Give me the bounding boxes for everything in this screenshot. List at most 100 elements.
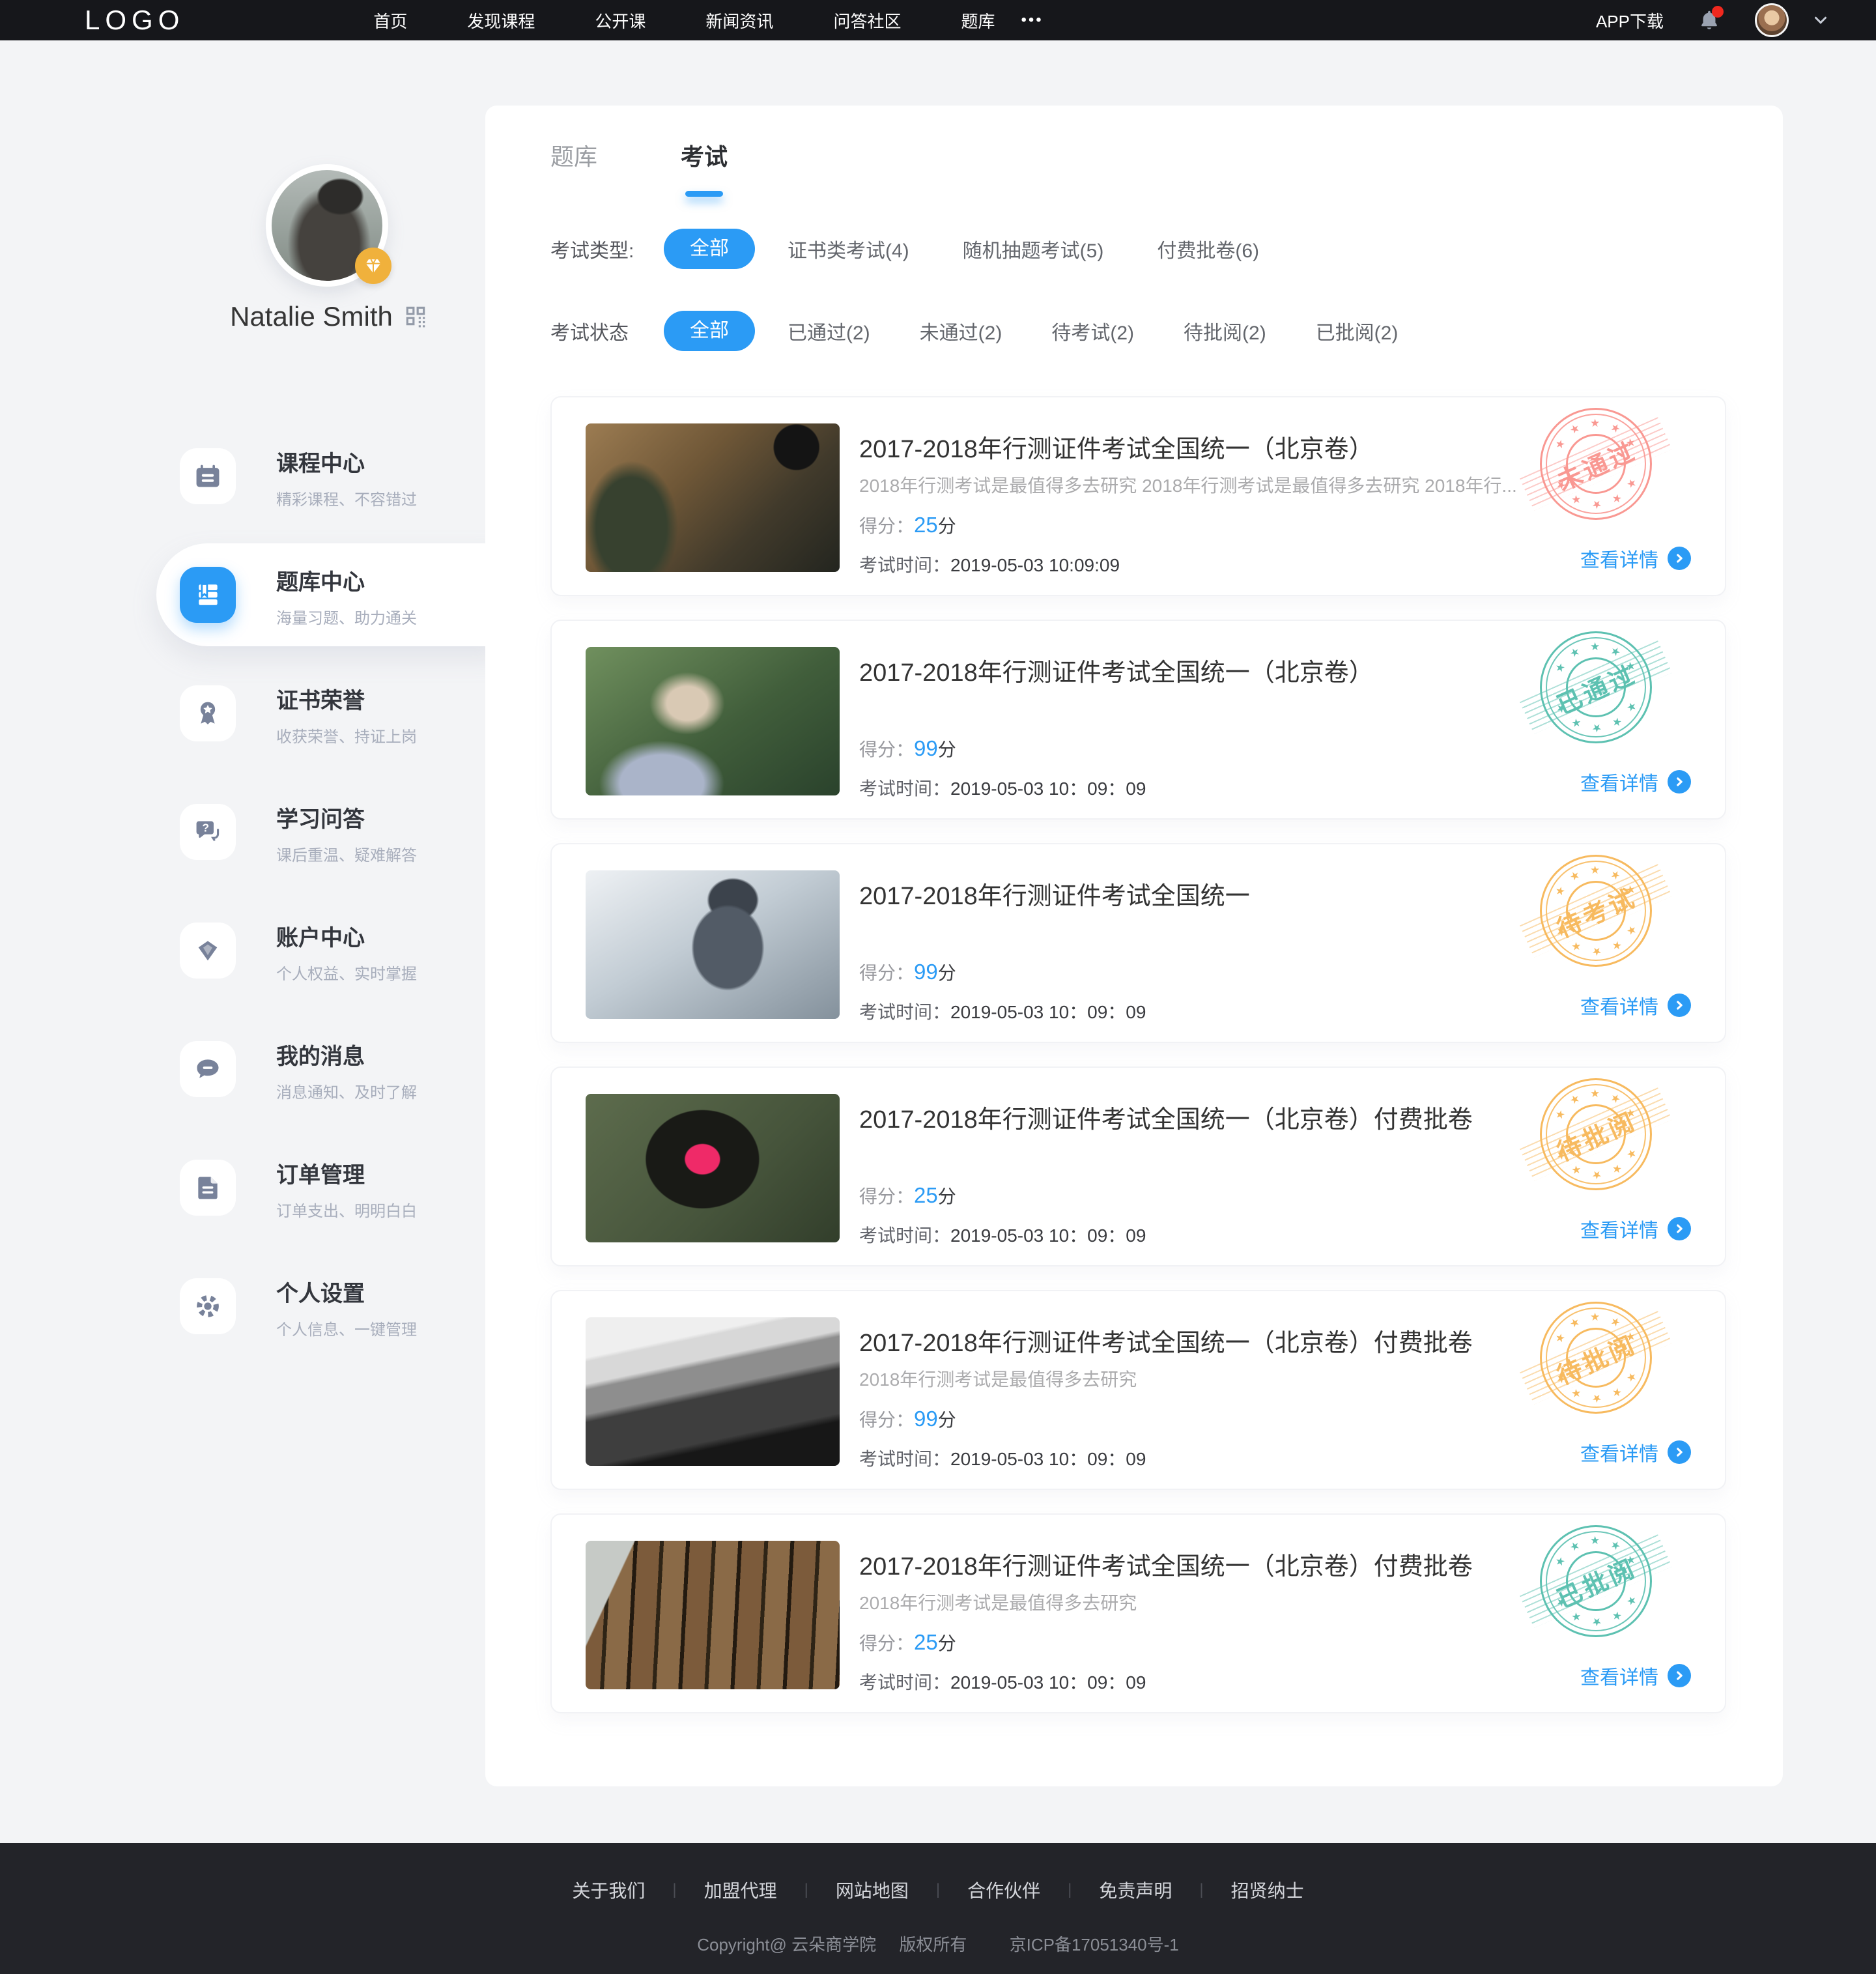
status-stamp-to-review: 待批阅 bbox=[1540, 1078, 1652, 1190]
exam-thumbnail bbox=[586, 1541, 840, 1689]
gear-icon bbox=[180, 1278, 236, 1334]
page-footer: 关于我们 | 加盟代理 | 网站地图 | 合作伙伴 | 免责声明 | 招贤纳士 … bbox=[0, 1843, 1876, 1974]
sidebar-item-personal-settings[interactable]: 个人设置 个人信息、一键管理 bbox=[0, 1257, 503, 1355]
sidebar-item-account-center[interactable]: 账户中心个人权益、实时掌握 bbox=[0, 902, 503, 999]
footer-link-about[interactable]: 关于我们 bbox=[545, 1877, 672, 1903]
exam-title: 2017-2018年行测证件考试全国统一（北京卷）付费批卷 bbox=[859, 1553, 1473, 1581]
footer-link-sitemap[interactable]: 网站地图 bbox=[808, 1877, 936, 1903]
exam-time-row: 考试时间：2019-05-03 10：09：09 bbox=[859, 1672, 1146, 1693]
sidebar-item-question-bank-center[interactable]: 题库中心海量习题、助力通关 bbox=[0, 543, 503, 646]
view-details-link[interactable]: 查看详情 bbox=[1580, 1661, 1691, 1690]
nav-item-question-bank[interactable]: 题库 bbox=[961, 8, 995, 33]
exam-card: 2017-2018年行测证件考试全国统一 得分：99分 考试时间：2019-05… bbox=[550, 843, 1726, 1043]
filter-type-certificate[interactable]: 证书类考试(4) bbox=[788, 235, 909, 263]
logo[interactable]: LOGO bbox=[85, 5, 184, 36]
arrow-right-icon bbox=[1668, 1440, 1691, 1464]
view-details-link[interactable]: 查看详情 bbox=[1580, 1438, 1691, 1466]
exam-time-row: 考试时间：2019-05-03 10：09：09 bbox=[859, 1225, 1146, 1246]
medal-icon bbox=[180, 685, 236, 741]
app-download-link[interactable]: APP下载 bbox=[1596, 8, 1664, 33]
sidebar-item-subtitle: 消息通知、及时了解 bbox=[276, 1084, 417, 1102]
filter-type-label: 考试类型: bbox=[550, 240, 634, 262]
exam-thumbnail bbox=[586, 1094, 840, 1242]
exam-time-row: 考试时间：2019-05-03 10：09：09 bbox=[859, 1449, 1146, 1469]
arrow-right-icon bbox=[1668, 547, 1691, 570]
qr-code-icon[interactable] bbox=[403, 304, 428, 328]
sidebar-item-course-center[interactable]: 课程中心 精彩课程、不容错过 bbox=[0, 427, 503, 525]
nav-item-home[interactable]: 首页 bbox=[373, 8, 407, 33]
score-value: 99 bbox=[914, 960, 938, 984]
time-value: 2019-05-03 10：09：09 bbox=[950, 779, 1146, 799]
exam-time-row: 考试时间：2019-05-03 10:09:09 bbox=[859, 555, 1120, 575]
tab-exams[interactable]: 考试 bbox=[681, 138, 728, 192]
tab-question-bank[interactable]: 题库 bbox=[550, 138, 597, 192]
filter-status-upcoming[interactable]: 待考试(2) bbox=[1051, 317, 1134, 345]
exam-score-row: 得分：25分 bbox=[859, 513, 956, 537]
message-bubble-icon bbox=[180, 1041, 236, 1097]
exam-description: 2018年行测考试是最值得多去研究 bbox=[859, 1593, 1137, 1613]
nav-item-discover-courses[interactable]: 发现课程 bbox=[467, 8, 535, 33]
score-value: 25 bbox=[914, 513, 938, 537]
status-stamp-passed: 已通过 bbox=[1540, 631, 1652, 743]
view-details-link[interactable]: 查看详情 bbox=[1580, 767, 1691, 796]
footer-link-agency[interactable]: 加盟代理 bbox=[677, 1877, 804, 1903]
filter-status-passed[interactable]: 已通过(2) bbox=[788, 317, 870, 345]
filter-type-random[interactable]: 随机抽题考试(5) bbox=[963, 235, 1104, 263]
exam-thumbnail bbox=[586, 870, 840, 1019]
nav-item-qa-community[interactable]: 问答社区 bbox=[833, 8, 901, 33]
main-panel: 题库 考试 考试类型: 全部 证书类考试(4) 随机抽题考试(5) 付费批卷(6… bbox=[485, 106, 1783, 1786]
sidebar-item-subtitle: 海量习题、助力通关 bbox=[276, 610, 417, 627]
sidebar-item-label: 证书荣誉 bbox=[276, 689, 365, 713]
user-avatar[interactable] bbox=[1755, 3, 1789, 37]
exam-title: 2017-2018年行测证件考试全国统一（北京卷） bbox=[859, 659, 1374, 687]
filter-status-label: 考试状态 bbox=[550, 322, 629, 344]
svg-text:?: ? bbox=[202, 822, 209, 835]
sidebar-item-label: 我的消息 bbox=[276, 1044, 365, 1069]
filter-status-all[interactable]: 全部 bbox=[664, 311, 755, 351]
chevron-down-icon[interactable] bbox=[1811, 10, 1830, 30]
nav-more-icon[interactable]: ••• bbox=[1021, 11, 1043, 29]
filter-type-paid-grading[interactable]: 付费批卷(6) bbox=[1157, 235, 1259, 263]
filter-status-reviewed[interactable]: 已批阅(2) bbox=[1316, 317, 1399, 345]
top-navbar: LOGO 首页 发现课程 公开课 新闻资讯 问答社区 题库 ••• APP下载 bbox=[0, 0, 1876, 40]
calendar-icon bbox=[180, 448, 236, 504]
content-tabs: 题库 考试 bbox=[550, 138, 728, 192]
score-value: 25 bbox=[914, 1630, 938, 1654]
copyright-line: Copyright@ 云朵商学院 版权所有 京ICP备17051340号-1 bbox=[0, 1932, 1876, 1956]
page: LOGO 首页 发现课程 公开课 新闻资讯 问答社区 题库 ••• APP下载 … bbox=[0, 0, 1876, 1974]
exam-score-row: 得分：99分 bbox=[859, 960, 956, 984]
view-details-link[interactable]: 查看详情 bbox=[1580, 991, 1691, 1020]
sidebar-item-label: 题库中心 bbox=[276, 570, 365, 595]
nav-item-news[interactable]: 新闻资讯 bbox=[705, 8, 773, 33]
exam-card: 2017-2018年行测证件考试全国统一（北京卷）付费批卷 得分：25分 考试时… bbox=[550, 1066, 1726, 1266]
view-details-link[interactable]: 查看详情 bbox=[1580, 544, 1691, 573]
filter-status-to-review[interactable]: 待批阅(2) bbox=[1184, 317, 1266, 345]
footer-link-disclaimer[interactable]: 免责声明 bbox=[1072, 1877, 1199, 1903]
gem-icon bbox=[180, 923, 236, 979]
nav-item-open-class[interactable]: 公开课 bbox=[595, 8, 646, 33]
sidebar-item-my-messages[interactable]: 我的消息消息通知、及时了解 bbox=[0, 1020, 503, 1118]
footer-link-recruiting[interactable]: 招贤纳士 bbox=[1204, 1877, 1331, 1903]
exam-time-row: 考试时间：2019-05-03 10：09：09 bbox=[859, 779, 1146, 799]
chat-question-icon: ? bbox=[180, 804, 236, 860]
filter-status-failed[interactable]: 未通过(2) bbox=[920, 317, 1002, 345]
sidebar-item-subtitle: 个人权益、实时掌握 bbox=[276, 966, 417, 983]
sidebar-item-subtitle: 订单支出、明明白白 bbox=[276, 1203, 417, 1220]
order-document-icon bbox=[180, 1160, 236, 1216]
notification-bell-icon[interactable] bbox=[1698, 6, 1724, 33]
exam-time-row: 考试时间：2019-05-03 10：09：09 bbox=[859, 1002, 1146, 1022]
view-details-link[interactable]: 查看详情 bbox=[1580, 1214, 1691, 1243]
time-value: 2019-05-03 10:09:09 bbox=[950, 555, 1120, 575]
sidebar-item-order-management[interactable]: 订单管理 订单支出、明明白白 bbox=[0, 1139, 503, 1237]
footer-link-partners[interactable]: 合作伙伴 bbox=[940, 1877, 1068, 1903]
sidebar-item-label: 账户中心 bbox=[276, 926, 365, 951]
sidebar-item-certificates[interactable]: 证书荣誉 收获荣誉、持证上岗 bbox=[0, 665, 503, 762]
exam-title: 2017-2018年行测证件考试全国统一 bbox=[859, 883, 1250, 910]
vip-gem-badge-icon bbox=[355, 248, 391, 284]
header-right: APP下载 bbox=[1596, 3, 1830, 37]
sidebar-item-label: 学习问答 bbox=[276, 807, 365, 832]
sidebar-item-learning-qa[interactable]: ? 学习问答 课后重温、疑难解答 bbox=[0, 783, 503, 881]
status-stamp-failed: 未通过 bbox=[1540, 408, 1652, 520]
filter-type-all[interactable]: 全部 bbox=[664, 229, 755, 269]
exam-description: 2018年行测考试是最值得多去研究 bbox=[859, 1369, 1137, 1390]
